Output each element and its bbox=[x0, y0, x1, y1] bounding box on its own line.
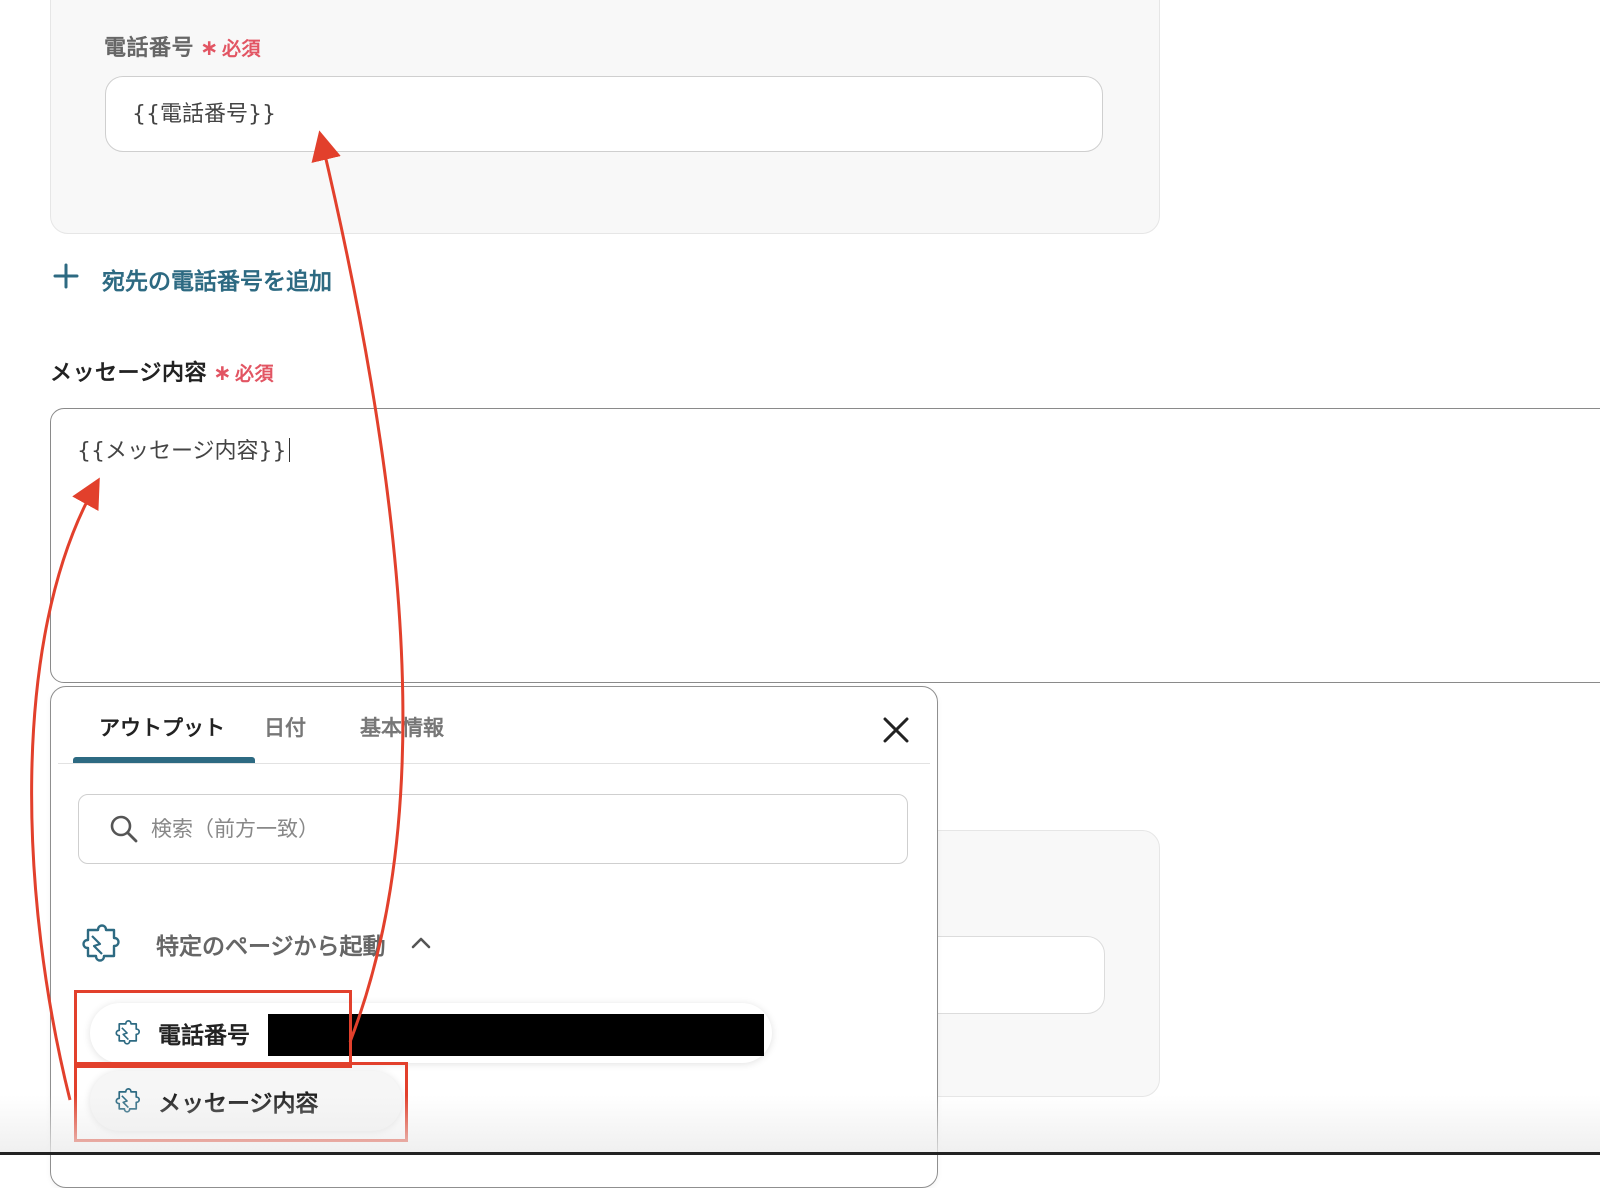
message-label-text: メッセージ内容 bbox=[50, 361, 208, 386]
group-label: 特定のページから起動 bbox=[156, 934, 386, 960]
group-header[interactable]: 特定のページから起動 bbox=[80, 920, 432, 968]
chevron-up-icon bbox=[410, 935, 432, 954]
popup-tabs: アウトプット 日付 基本情報 bbox=[72, 712, 444, 762]
required-star: ∗ bbox=[213, 361, 232, 386]
puzzle-icon bbox=[82, 924, 120, 962]
tab-basic-info[interactable]: 基本情報 bbox=[360, 712, 444, 762]
text-caret bbox=[288, 438, 290, 462]
tab-output[interactable]: アウトプット bbox=[72, 712, 252, 762]
message-textarea[interactable]: {{メッセージ内容}} bbox=[50, 408, 1600, 683]
required-marker: ∗ 必須 bbox=[200, 36, 261, 61]
phone-label: 電話番号 ∗ 必須 bbox=[104, 30, 261, 62]
annotation-highlight-box bbox=[74, 1062, 408, 1142]
phone-number-input[interactable]: {{電話番号}} bbox=[105, 76, 1103, 152]
annotation-highlight-box bbox=[74, 990, 352, 1068]
required-text: 必須 bbox=[235, 363, 275, 385]
phone-label-text: 電話番号 bbox=[104, 36, 195, 61]
add-recipient-button[interactable]: 宛先の電話番号を追加 bbox=[52, 262, 332, 296]
search-input[interactable] bbox=[149, 816, 753, 842]
required-text: 必須 bbox=[221, 38, 261, 60]
message-label: メッセージ内容 ∗ 必須 bbox=[50, 355, 274, 387]
tabs-divider bbox=[58, 763, 930, 764]
tab-date[interactable]: 日付 bbox=[264, 712, 338, 762]
close-icon bbox=[883, 717, 909, 743]
close-button[interactable] bbox=[878, 712, 914, 748]
search-icon bbox=[110, 815, 138, 843]
required-star: ∗ bbox=[200, 36, 219, 61]
search-field bbox=[78, 794, 908, 864]
add-recipient-label: 宛先の電話番号を追加 bbox=[102, 269, 332, 295]
message-value: {{メッセージ内容}} bbox=[77, 439, 287, 464]
required-marker: ∗ 必須 bbox=[213, 361, 275, 386]
plus-icon bbox=[52, 262, 80, 296]
